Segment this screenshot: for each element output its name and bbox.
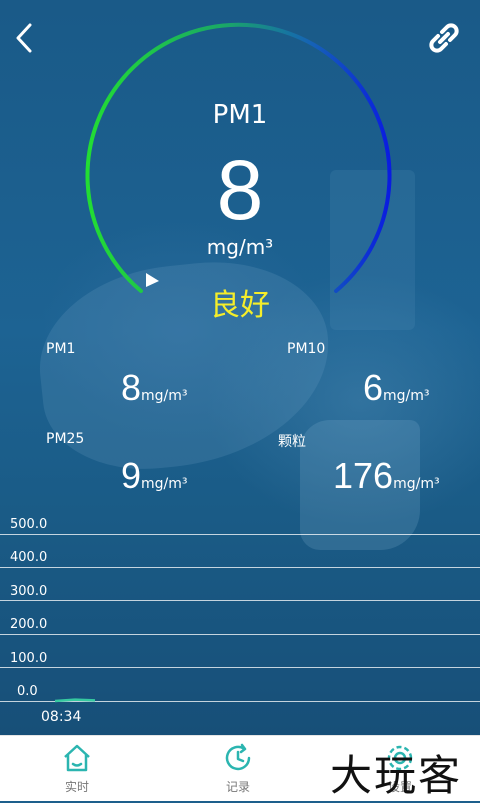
reading-particles: 176mg/m³ [333, 455, 440, 497]
reading-label-pm25: PM25 [46, 431, 85, 447]
series-line [54, 698, 96, 703]
home-icon [64, 744, 90, 772]
main-screen: PM1 8 mg/m³ 良好 PM1 8mg/m³ PM10 6mg/m³ PM… [0, 0, 480, 735]
gauge-metric-value: 8 [216, 143, 264, 237]
reading-label-particles: 颗粒 [278, 434, 306, 450]
reading-label-pm1: PM1 [46, 341, 76, 357]
reading-unit-pm10: mg/m³ [383, 388, 430, 404]
reading-value-pm25: 9 [121, 455, 142, 496]
reading-label-pm10: PM10 [287, 341, 326, 357]
gauge: PM1 8 mg/m³ 良好 [0, 0, 480, 330]
reading-value-pm10: 6 [363, 367, 384, 408]
reading-unit-particles: mg/m³ [393, 476, 440, 492]
tab-label-realtime: 实时 [64, 780, 89, 794]
reading-unit-pm1: mg/m³ [141, 388, 188, 404]
reading-value-pm1: 8 [121, 367, 142, 408]
tab-realtime[interactable]: 实时 [27, 736, 127, 801]
reading-pm1: 8mg/m³ [121, 367, 188, 409]
gauge-status-text: 良好 [210, 288, 270, 323]
tab-label-records: 记录 [225, 780, 250, 794]
reading-unit-pm25: mg/m³ [141, 476, 188, 492]
tab-records[interactable]: 记录 [188, 736, 288, 801]
chart-series [54, 698, 96, 703]
history-icon [225, 743, 251, 771]
gauge-metric-unit: mg/m³ [206, 235, 274, 259]
x-tick-label: 08:34 [41, 709, 82, 725]
watermark-logo: 大玩客 [330, 751, 463, 800]
reading-value-particles: 176 [333, 455, 394, 496]
reading-pm25: 9mg/m³ [121, 455, 188, 497]
reading-pm10: 6mg/m³ [363, 367, 430, 409]
gauge-metric-name: PM1 [212, 100, 268, 130]
